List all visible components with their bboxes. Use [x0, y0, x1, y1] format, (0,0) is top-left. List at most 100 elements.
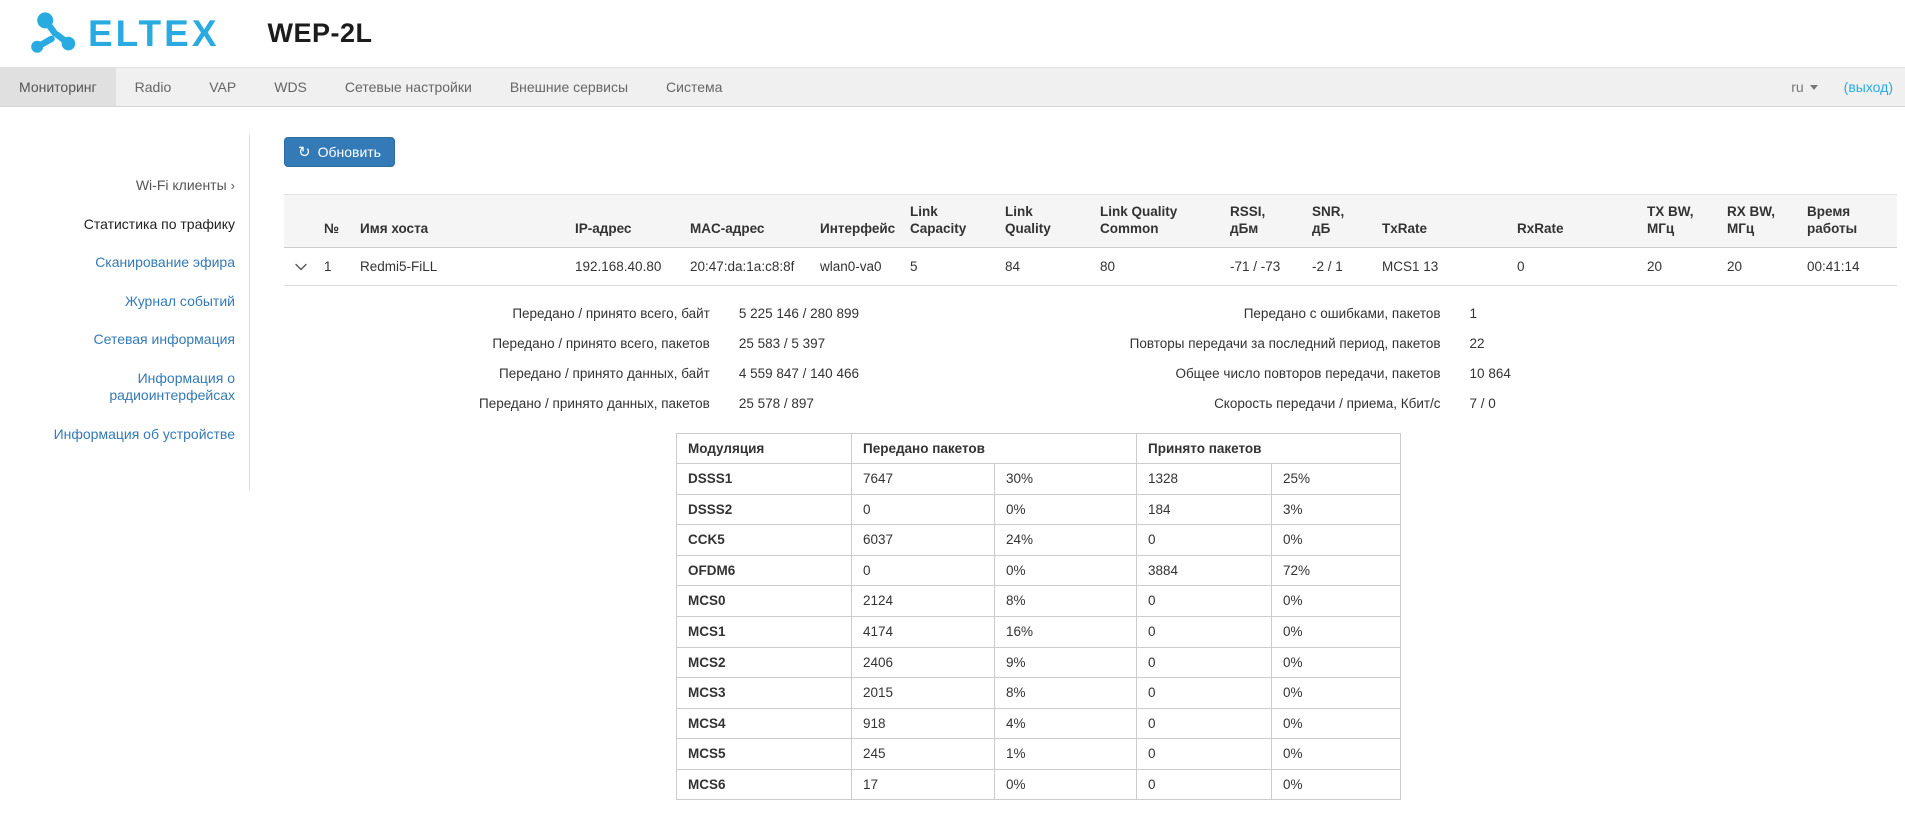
stat-value: 5 225 146 / 280 899 — [739, 306, 1042, 321]
client-num: 1 — [314, 247, 350, 285]
tx-packets: 2124 — [852, 586, 995, 617]
rx-packets: 0 — [1137, 708, 1272, 739]
col-txrate: TxRate — [1372, 195, 1507, 248]
tx-percent: 16% — [995, 617, 1137, 648]
modulation-row: MCS6170%00% — [677, 769, 1401, 800]
stat-row: Передано / принято данных, байт4 559 847… — [284, 366, 1042, 381]
tab-network-settings[interactable]: Сетевые настройки — [326, 68, 491, 106]
chevron-right-icon: › — [231, 178, 235, 193]
sidebar-item-wifi-clients[interactable]: Wi-Fi клиенты› — [50, 177, 235, 195]
modulation-row: MCS1417416%00% — [677, 617, 1401, 648]
rx-packets: 0 — [1137, 739, 1272, 770]
col-hostname: Имя хоста — [350, 195, 565, 248]
tx-packets: 0 — [852, 555, 995, 586]
sidebar-item-network-info[interactable]: Сетевая информация — [50, 331, 235, 349]
stats-column-right: Передано с ошибками, пакетов1Повторы пер… — [1042, 306, 1897, 426]
col-rssi: RSSI, дБм — [1220, 195, 1302, 248]
rx-percent: 0% — [1272, 708, 1401, 739]
modulation-table-header: Модуляция Передано пакетов Принято пакет… — [677, 433, 1401, 464]
rx-percent: 0% — [1272, 678, 1401, 709]
navbar-right: ru (выход) — [1791, 68, 1905, 106]
col-uptime: Время работы — [1797, 195, 1897, 248]
wifi-clients-table: № Имя хоста IP-адрес MAC-адрес Интерфейс… — [284, 194, 1897, 286]
modulation-table: Модуляция Передано пакетов Принято пакет… — [676, 433, 1401, 801]
tx-packets: 4174 — [852, 617, 995, 648]
modulation-table-body: DSSS1764730%132825%DSSS200%1843%CCK56037… — [677, 464, 1401, 800]
eltex-logo[interactable]: ELTEX — [28, 10, 220, 58]
tx-percent: 0% — [995, 494, 1137, 525]
client-link-quality-common: 80 — [1090, 247, 1220, 285]
col-ip: IP-адрес — [565, 195, 680, 248]
col-tx-bw: TX BW, МГц — [1637, 195, 1717, 248]
rx-percent: 0% — [1272, 739, 1401, 770]
stat-value: 7 / 0 — [1470, 396, 1897, 411]
mod-col-rx-packets: Принято пакетов — [1137, 433, 1401, 464]
client-rx-bw: 20 — [1717, 247, 1797, 285]
stat-label: Передано / принято данных, байт — [284, 366, 739, 381]
app-header: ELTEX WEP-2L — [0, 0, 1905, 67]
sidebar-item-event-log[interactable]: Журнал событий — [50, 293, 235, 311]
sidebar-item-radio-interfaces-info[interactable]: Информация о радиоинтерфейсах — [50, 370, 235, 405]
logout-link[interactable]: (выход) — [1844, 79, 1893, 95]
tab-wds[interactable]: WDS — [255, 68, 326, 106]
logo-wordmark: ELTEX — [88, 15, 220, 52]
col-rxrate: RxRate — [1507, 195, 1637, 248]
rx-packets: 0 — [1137, 525, 1272, 556]
client-rssi: -71 / -73 — [1220, 247, 1302, 285]
stat-label: Скорость передачи / приема, Кбит/с — [1042, 396, 1469, 411]
stat-value: 25 583 / 5 397 — [739, 336, 1042, 351]
tab-monitoring[interactable]: Мониторинг — [0, 68, 116, 106]
tx-packets: 7647 — [852, 464, 995, 495]
client-row: 1 Redmi5-FiLL 192.168.40.80 20:47:da:1a:… — [284, 247, 1897, 285]
chevron-down-icon — [1810, 85, 1818, 90]
sidebar-item-air-scan[interactable]: Сканирование эфира — [50, 254, 235, 272]
client-uptime: 00:41:14 — [1797, 247, 1897, 285]
language-selector[interactable]: ru — [1791, 79, 1817, 95]
col-link-capacity: Link Capacity — [900, 195, 995, 248]
stat-row: Передано / принято всего, пакетов25 583 … — [284, 336, 1042, 351]
client-ip: 192.168.40.80 — [565, 247, 680, 285]
tab-radio[interactable]: Radio — [116, 68, 191, 106]
eltex-molecule-icon — [28, 10, 80, 58]
sidebar-item-device-info[interactable]: Информация об устройстве — [50, 426, 235, 444]
tx-percent: 8% — [995, 586, 1137, 617]
main-content: ↻ Обновить № Имя хоста IP-адрес MAC-адре… — [250, 107, 1905, 800]
tab-vap[interactable]: VAP — [190, 68, 255, 106]
stat-row: Передано с ошибками, пакетов1 — [1042, 306, 1897, 321]
rx-percent: 72% — [1272, 555, 1401, 586]
rx-percent: 0% — [1272, 769, 1401, 800]
client-mac: 20:47:da:1a:c8:8f — [680, 247, 810, 285]
client-rxrate: 0 — [1507, 247, 1637, 285]
modulation-row: MCS49184%00% — [677, 708, 1401, 739]
stat-value: 4 559 847 / 140 466 — [739, 366, 1042, 381]
main-navbar: Мониторинг Radio VAP WDS Сетевые настрой… — [0, 67, 1905, 107]
tx-packets: 245 — [852, 739, 995, 770]
modulation-name: MCS0 — [677, 586, 852, 617]
tx-packets: 2015 — [852, 678, 995, 709]
collapse-row-icon[interactable] — [295, 259, 307, 274]
tx-packets: 0 — [852, 494, 995, 525]
tab-external-services[interactable]: Внешние сервисы — [491, 68, 647, 106]
sidebar-item-traffic-statistics[interactable]: Статистика по трафику — [50, 216, 235, 234]
tx-packets: 6037 — [852, 525, 995, 556]
stat-row: Скорость передачи / приема, Кбит/с7 / 0 — [1042, 396, 1897, 411]
tx-percent: 24% — [995, 525, 1137, 556]
stat-value: 22 — [1470, 336, 1897, 351]
clients-table-header: № Имя хоста IP-адрес MAC-адрес Интерфейс… — [284, 195, 1897, 248]
modulation-name: DSSS1 — [677, 464, 852, 495]
refresh-button[interactable]: ↻ Обновить — [284, 137, 395, 167]
tab-system[interactable]: Система — [647, 68, 741, 106]
stat-row: Общее число повторов передачи, пакетов10… — [1042, 366, 1897, 381]
client-snr: -2 / 1 — [1302, 247, 1372, 285]
mod-col-modulation: Модуляция — [677, 433, 852, 464]
refresh-button-label: Обновить — [318, 144, 381, 160]
modulation-name: MCS6 — [677, 769, 852, 800]
modulation-name: MCS2 — [677, 647, 852, 678]
rx-packets: 0 — [1137, 769, 1272, 800]
rx-percent: 0% — [1272, 617, 1401, 648]
modulation-name: MCS1 — [677, 617, 852, 648]
col-rx-bw: RX BW, МГц — [1717, 195, 1797, 248]
stat-value: 25 578 / 897 — [739, 396, 1042, 411]
modulation-name: DSSS2 — [677, 494, 852, 525]
rx-percent: 25% — [1272, 464, 1401, 495]
